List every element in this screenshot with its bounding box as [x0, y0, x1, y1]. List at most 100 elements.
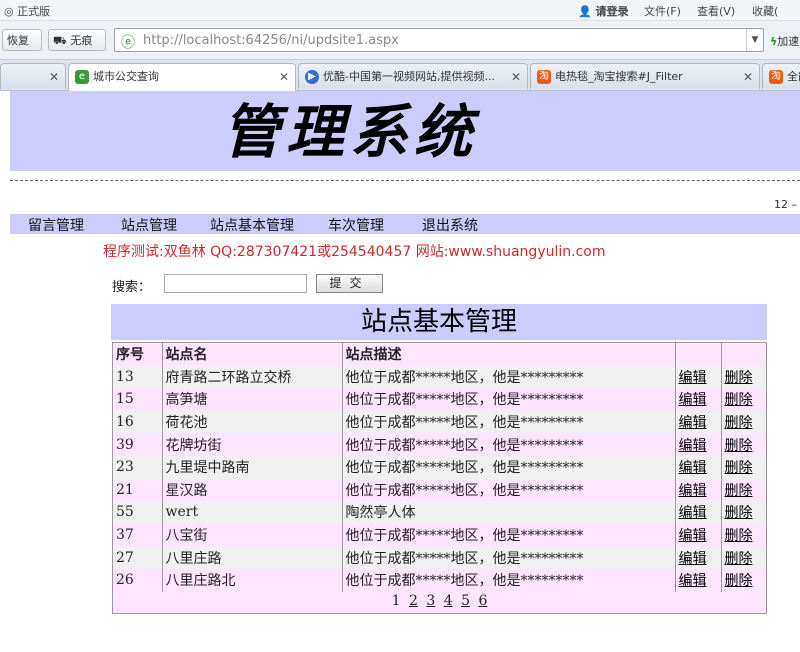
cell-name-cell: 八里庄路北: [161, 568, 342, 592]
cell-id: 27: [116, 549, 134, 566]
delete-link-cell: 删除: [720, 568, 766, 592]
menu-favorites[interactable]: 收藏(: [752, 3, 778, 19]
cell-id-cell: 27: [113, 546, 162, 569]
delete-link[interactable]: 删除: [725, 460, 753, 476]
edit-link[interactable]: 编辑: [679, 415, 707, 431]
page-link[interactable]: 2: [409, 593, 418, 609]
submit-button[interactable]: 提交: [316, 274, 383, 293]
cell-id: 23: [116, 459, 134, 476]
menu-station-admin[interactable]: 站点管理: [121, 215, 177, 235]
header-edit: [674, 343, 721, 366]
menu-message-admin[interactable]: 留言管理: [28, 215, 84, 235]
incognito-icon: ⛟: [53, 34, 67, 47]
address-bar[interactable]: ⓔ http://localhost:64256/ni/updsite1.asp…: [114, 28, 764, 52]
cell-name-cell: 九里堤中路南: [161, 455, 342, 479]
cell-desc-cell: 陶然亭人体: [341, 501, 675, 524]
edit-link[interactable]: 编辑: [679, 483, 707, 499]
delete-link[interactable]: 删除: [725, 573, 753, 589]
cell-desc: 他位于成都*****地区，他是*********: [345, 460, 584, 477]
delete-link[interactable]: 删除: [725, 505, 753, 521]
delete-link-cell: 删除: [720, 501, 766, 524]
delete-link[interactable]: 删除: [725, 392, 753, 408]
page-link[interactable]: 5: [461, 593, 470, 609]
delete-link[interactable]: 删除: [725, 551, 753, 567]
close-icon[interactable]: ✕: [743, 64, 753, 89]
edit-link[interactable]: 编辑: [679, 370, 707, 386]
edit-link[interactable]: 编辑: [679, 551, 707, 567]
cell-desc: 他位于成都*****地区，他是*********: [345, 392, 584, 409]
delete-link-cell: 删除: [720, 388, 766, 411]
edit-link[interactable]: 编辑: [679, 573, 707, 589]
delete-link[interactable]: 删除: [725, 415, 753, 431]
edit-link[interactable]: 编辑: [679, 505, 707, 521]
table-row: 26 八里庄路北 他位于成都*****地区，他是********* 编辑 删除: [113, 568, 766, 592]
menu-view[interactable]: 查看(V): [697, 3, 735, 19]
url-text[interactable]: http://localhost:64256/ni/updsite1.aspx: [143, 33, 399, 48]
delete-link[interactable]: 删除: [725, 528, 753, 544]
edit-link[interactable]: 编辑: [679, 438, 707, 454]
cell-desc-cell: 他位于成都*****地区，他是*********: [341, 388, 675, 411]
table-row: 39 花牌坊街 他位于成都*****地区，他是********* 编辑 删除: [113, 433, 766, 456]
cell-desc-cell: 他位于成都*****地区，他是*********: [341, 568, 675, 592]
cell-desc: 他位于成都*****地区，他是*********: [345, 528, 584, 545]
delete-link[interactable]: 删除: [725, 483, 753, 499]
cell-id-cell: 15: [113, 388, 162, 411]
page-link[interactable]: 6: [478, 593, 487, 609]
menu-logout[interactable]: 退出系统: [422, 215, 478, 235]
delete-link-cell: 删除: [720, 365, 766, 389]
chevron-down-icon[interactable]: ▼: [746, 29, 763, 51]
cell-id: 55: [116, 504, 134, 521]
taobao-icon: 淘: [537, 70, 551, 84]
cell-id-cell: 16: [113, 411, 162, 434]
header-delete: [720, 343, 766, 366]
cell-name: 高笋塘: [165, 392, 208, 409]
delete-link[interactable]: 删除: [725, 438, 753, 454]
edit-link-cell: 编辑: [674, 546, 721, 569]
delete-link[interactable]: 删除: [725, 370, 753, 386]
delete-link-cell: 删除: [720, 523, 766, 547]
search-input[interactable]: [164, 274, 307, 293]
cell-desc: 他位于成都*****地区，他是*********: [345, 482, 584, 499]
cell-name: 八里庄路北: [165, 573, 236, 590]
table-row: 16 荷花池 他位于成都*****地区，他是********* 编辑 删除: [113, 410, 766, 434]
close-icon[interactable]: ✕: [49, 64, 59, 89]
menu-bus-admin[interactable]: 车次管理: [328, 215, 384, 235]
cell-desc: 陶然亭人体: [345, 505, 416, 522]
search-label: 搜索：: [112, 280, 152, 295]
tab-taobao-2[interactable]: 淘 全能: [762, 63, 800, 89]
table-row: 21 星汉路 他位于成都*****地区，他是********* 编辑 删除: [113, 478, 766, 502]
restore-button[interactable]: 恢复 ▾: [2, 29, 42, 69]
tab-taobao[interactable]: 淘 电热毯_淘宝搜索#J_Filter ✕: [530, 63, 760, 89]
header-name: 站点名: [161, 343, 342, 366]
cell-desc-cell: 他位于成都*****地区，他是*********: [341, 523, 675, 547]
cell-name: 花牌坊街: [165, 437, 222, 454]
cell-id-cell: 13: [113, 366, 162, 389]
cell-name-cell: 星汉路: [161, 478, 342, 502]
page-link[interactable]: 4: [444, 593, 453, 609]
cell-desc: 他位于成都*****地区，他是*********: [345, 573, 584, 590]
delete-link-cell: 删除: [720, 455, 766, 479]
cell-id-cell: 26: [113, 569, 162, 592]
edit-link-cell: 编辑: [674, 523, 721, 547]
cell-desc-cell: 他位于成都*****地区，他是*********: [341, 478, 675, 502]
menu-file[interactable]: 文件(F): [644, 3, 681, 19]
cell-desc-cell: 他位于成都*****地区，他是*********: [341, 546, 675, 569]
edit-link[interactable]: 编辑: [679, 460, 707, 476]
close-icon[interactable]: ✕: [511, 64, 521, 89]
page-link[interactable]: 3: [426, 593, 435, 609]
edit-link[interactable]: 编辑: [679, 528, 707, 544]
no-trace-button[interactable]: ⛟ 无痕 ▾: [48, 29, 106, 69]
tab-partial[interactable]: ✕: [0, 63, 66, 89]
cell-desc-cell: 他位于成都*****地区，他是*********: [341, 455, 675, 479]
edit-link-cell: 编辑: [674, 433, 721, 456]
cell-name-cell: 花牌坊街: [161, 433, 342, 456]
cell-desc-cell: 他位于成都*****地区，他是*********: [341, 365, 675, 389]
edit-link-cell: 编辑: [674, 410, 721, 434]
edit-link[interactable]: 编辑: [679, 392, 707, 408]
cell-desc: 他位于成都*****地区，他是*********: [345, 437, 584, 454]
login-link[interactable]: 👤 请登录: [578, 3, 629, 19]
cell-id: 37: [116, 527, 134, 544]
cell-name-cell: wert: [161, 501, 342, 524]
menu-station-basic-admin[interactable]: 站点基本管理: [210, 215, 294, 235]
accelerate-button[interactable]: ϟ加速: [770, 33, 799, 49]
